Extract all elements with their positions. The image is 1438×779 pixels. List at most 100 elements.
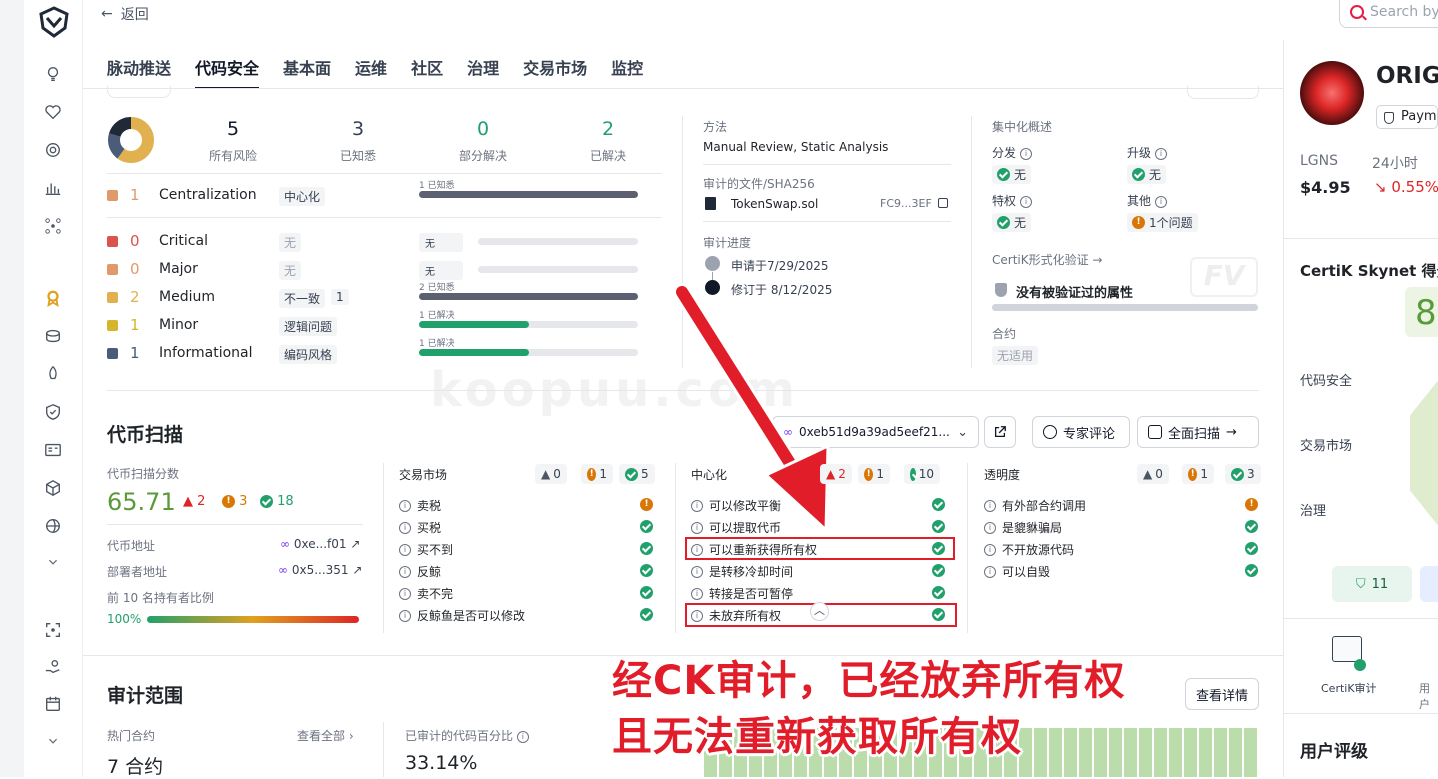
severity-name: Major [159,261,198,277]
target-icon[interactable] [43,140,63,160]
tab-pulse[interactable]: 脉动推送 [107,52,171,89]
risk-stat-label: 已知悉 [339,149,376,163]
security-badge[interactable]: ⛉ 11 [1332,566,1412,602]
divider [1284,618,1438,619]
scan-icon[interactable] [43,620,63,640]
expert-review-button[interactable]: 专家评论 [1032,416,1130,448]
bulb-icon[interactable] [43,64,63,84]
scan-item[interactable]: i 转接是否可暂停 [691,585,793,602]
copy-icon[interactable] [938,198,948,208]
shield-icon[interactable] [43,402,63,422]
scan-item[interactable]: i 卖税 [399,497,441,514]
arrow-left-icon: ← [101,6,113,22]
tab-community[interactable]: 社区 [411,52,443,89]
back-link[interactable]: ← 返回 [101,4,149,24]
full-scan-button[interactable]: 全面扫描 → [1137,416,1259,448]
price-change-value: 0.55% [1391,178,1438,196]
hand-coin-icon[interactable] [43,657,63,677]
divider [1284,238,1438,239]
info-icon: i [399,499,411,512]
collapsed-control[interactable] [1187,86,1259,99]
scan-item[interactable]: i 可以修改平衡 [691,497,781,514]
scan-item[interactable]: i 不开放源代码 [984,541,1074,558]
globe-icon[interactable] [43,516,63,536]
info-icon: i [691,587,703,600]
check-icon [1245,542,1258,555]
fv-link[interactable]: CertiK形式化验证 → [992,251,1102,268]
info-icon: i [399,587,411,600]
warning-icon: ! [1132,216,1145,229]
code-pct: 33.14% [405,752,478,774]
scan-item[interactable]: i 未放弃所有权 [691,607,781,624]
check-icon [932,520,945,533]
warning-icon: ! [864,467,874,481]
chart-bars-icon[interactable] [43,178,63,198]
divider [1284,713,1438,714]
scan-count-value: 1 [1200,467,1208,481]
scan-item[interactable]: i 有外部合约调用 [984,497,1086,514]
scan-item[interactable]: i 反鲸鱼是否可以修改 [399,607,525,624]
collapsed-control[interactable] [107,86,171,98]
heartbeat-icon[interactable] [43,102,63,122]
scan-item[interactable]: i 可以提取代币 [691,519,781,536]
info-icon: i [691,543,703,556]
certik-logo-icon[interactable] [38,6,70,38]
collapse-icon[interactable]: ︿ [810,602,829,621]
fv-badge: FV [1190,257,1258,297]
search-input[interactable]: Search by [1339,0,1438,28]
view-all-link[interactable]: 查看全部 › [297,727,354,744]
scan-score: 65.71 [107,488,176,516]
tab-fundamentals[interactable]: 基本面 [283,52,331,89]
scan-item[interactable]: i 可以自毁 [984,563,1050,580]
award-icon[interactable] [43,288,63,308]
badge-partial [1420,566,1438,602]
code-pct-label-text: 已审计的代码百分比 [405,729,514,743]
check-icon [932,498,945,511]
high-count: ▲ 2 [183,494,206,509]
token-address[interactable]: ∞ 0xe...f01 ↗ [280,537,360,551]
divider [107,217,662,218]
scan-count-pill: ▲ 2 [820,464,852,484]
id-card-icon[interactable] [43,440,63,460]
tab-market[interactable]: 交易市场 [523,52,587,89]
tab-monitoring[interactable]: 监控 [611,52,643,89]
severity-bar-label: 1 已解决 [419,339,455,349]
calendar-icon[interactable] [43,694,63,714]
external-link-button[interactable] [984,416,1016,448]
cube-icon[interactable] [43,478,63,498]
warning-icon: ! [222,495,235,508]
tab-operations[interactable]: 运维 [355,52,387,89]
scan-item[interactable]: i 是转移冷却时间 [691,563,793,580]
info-icon: i [691,499,703,512]
scan-item[interactable]: i 反鲸 [399,563,441,580]
certik-audit-icon[interactable] [1332,636,1362,662]
scan-item[interactable]: i 可以重新获得所有权 [691,541,817,558]
tab-governance[interactable]: 治理 [467,52,499,89]
central-item-value-text: 无 [1149,168,1162,182]
tab-bar: 脉动推送 代码安全 基本面 运维 社区 治理 交易市场 监控 [107,52,643,90]
scan-item[interactable]: i 是貔貅骗局 [984,519,1062,536]
info-icon: i [1020,195,1033,208]
scan-item[interactable]: i 买不到 [399,541,453,558]
severity-status: 无 [419,261,463,280]
severity-swatch [107,320,118,331]
coins-icon[interactable] [43,326,63,346]
score-row-market: 交易市场 [1300,439,1353,454]
central-item-label: 分发 i [992,144,1033,161]
sidebar [24,0,83,777]
view-details-button[interactable]: 查看详情 [1185,678,1259,710]
holders-bar [147,616,359,623]
scan-item[interactable]: i 卖不完 [399,585,453,602]
scan-item[interactable]: i 买税 [399,519,441,536]
chevron-down-icon[interactable] [43,552,63,572]
chevron-down-icon: ⌄ [957,424,968,440]
info-icon: i [399,565,411,578]
rocket-icon[interactable] [43,364,63,384]
pass-count: 18 [260,494,294,509]
chevron-down-icon[interactable] [43,731,63,751]
tab-code-security[interactable]: 代码安全 [195,52,260,89]
file-name[interactable]: TokenSwap.sol [731,197,818,211]
deployer-address[interactable]: ∞ 0x5...351 ↗ [278,563,362,577]
view-all-label: 查看全部 [297,729,346,743]
network-icon[interactable] [43,216,63,236]
